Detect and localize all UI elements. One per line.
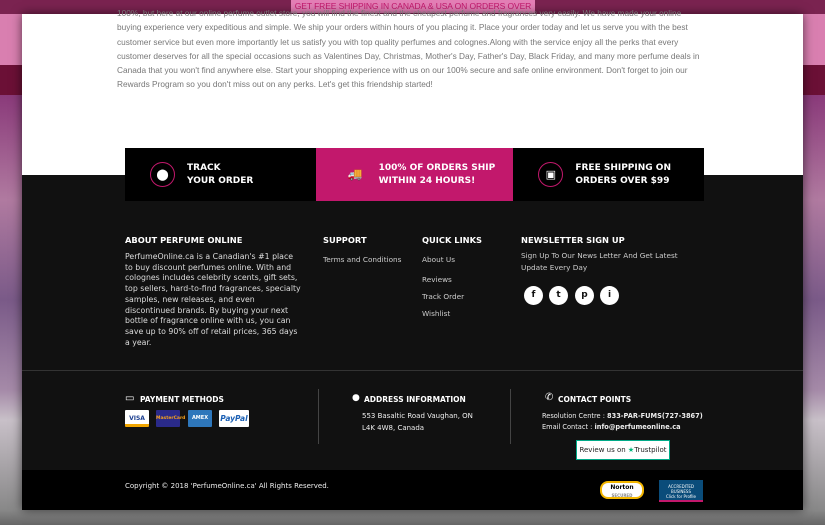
divider xyxy=(318,389,319,444)
about-title: ABOUT PERFUME ONLINE xyxy=(125,235,243,245)
divider xyxy=(22,370,803,371)
copyright-bar: Copyright © 2018 'PerfumeOnline.ca' All … xyxy=(22,470,803,510)
divider xyxy=(510,389,511,444)
resolution-phone[interactable]: 833-PAR-FUMS(727-3867) xyxy=(607,412,703,420)
newsletter-title: NEWSLETTER SIGN UP xyxy=(521,235,625,245)
contact-title: CONTACT POINTS xyxy=(558,395,632,404)
location-pin-icon: ● xyxy=(352,393,360,403)
email-label: Email Contact : xyxy=(542,423,593,431)
feature-line: WITHIN 24 HOURS! xyxy=(378,175,476,186)
phone-icon: ✆ xyxy=(545,392,554,403)
link-track-order[interactable]: Track Order xyxy=(422,292,464,301)
feature-line: ORDERS OVER $99 xyxy=(575,175,670,186)
feature-free-shipping: ▣ FREE SHIPPING ON ORDERS OVER $99 xyxy=(513,148,705,201)
payment-title: PAYMENT METHODS xyxy=(140,395,224,404)
mastercard-icon: MasterCard xyxy=(156,410,185,427)
trustpilot-label: Review us on xyxy=(579,446,626,454)
paypal-icon: PayPal xyxy=(219,410,249,427)
email-link[interactable]: info@perfumeonline.ca xyxy=(594,423,680,431)
feature-shipping-24h: 🚚 100% OF ORDERS SHIP WITHIN 24 HOURS! xyxy=(315,148,514,201)
resolution-label: Resolution Centre : xyxy=(542,412,605,420)
norton-badge[interactable]: Norton SECURED xyxy=(600,481,644,499)
features-strip: ⬤ TRACK YOUR ORDER 🚚 100% OF ORDERS SHIP W… xyxy=(125,148,705,201)
address-line-1: 553 Basaltic Road Vaughan, ON xyxy=(362,412,473,420)
feature-line: TRACK xyxy=(187,162,221,173)
link-terms[interactable]: Terms and Conditions xyxy=(323,255,401,264)
link-about-us[interactable]: About Us xyxy=(422,255,455,264)
address-title: ADDRESS INFORMATION xyxy=(364,395,466,404)
twitter-icon[interactable]: t xyxy=(549,286,568,305)
norton-sub: SECURED xyxy=(611,493,633,498)
amex-icon: AMEX xyxy=(188,410,212,427)
facebook-icon[interactable]: f xyxy=(524,286,543,305)
newsletter-text: Sign Up To Our News Letter And Get Lates… xyxy=(521,251,678,272)
visa-icon: VISA xyxy=(125,410,149,427)
trustpilot-button[interactable]: Review us on ★Trustpilot xyxy=(576,440,670,460)
feature-track-order[interactable]: ⬤ TRACK YOUR ORDER xyxy=(125,148,316,201)
link-reviews[interactable]: Reviews xyxy=(422,275,452,284)
credit-card-icon: ▭ xyxy=(125,393,135,404)
instagram-icon[interactable]: i xyxy=(600,286,619,305)
norton-label: Norton xyxy=(610,484,634,491)
pinterest-icon[interactable]: p xyxy=(575,286,594,305)
bbb-label: ACCREDITED BUSINESS xyxy=(668,484,694,494)
link-wishlist[interactable]: Wishlist xyxy=(422,309,450,318)
copyright-text: Copyright © 2018 'PerfumeOnline.ca' All … xyxy=(125,482,329,490)
trustpilot-brand: Trustpilot xyxy=(634,446,667,454)
footer-panel: 100%, but here at our online perfume out… xyxy=(22,8,803,510)
quick-links-title: QUICK LINKS xyxy=(422,235,483,245)
address-line-2: L4K 4W8, Canada xyxy=(362,424,425,432)
feature-line: YOUR ORDER xyxy=(187,175,254,186)
about-text: PerfumeOnline.ca is a Canadian's #1 plac… xyxy=(125,252,301,347)
bbb-badge[interactable]: ACCREDITED BUSINESS Click for Profile xyxy=(659,480,703,502)
location-pin-icon: ⬤ xyxy=(150,162,175,187)
intro-text: 100%, but here at our online perfume out… xyxy=(117,8,700,90)
feature-line: 100% OF ORDERS SHIP xyxy=(378,162,496,173)
feature-line: FREE SHIPPING ON xyxy=(575,162,671,173)
support-title: SUPPORT xyxy=(323,235,367,245)
truck-icon: 🚚 xyxy=(347,167,363,181)
gift-icon: ▣ xyxy=(538,162,564,187)
bbb-sub: Click for Profile xyxy=(665,494,696,499)
